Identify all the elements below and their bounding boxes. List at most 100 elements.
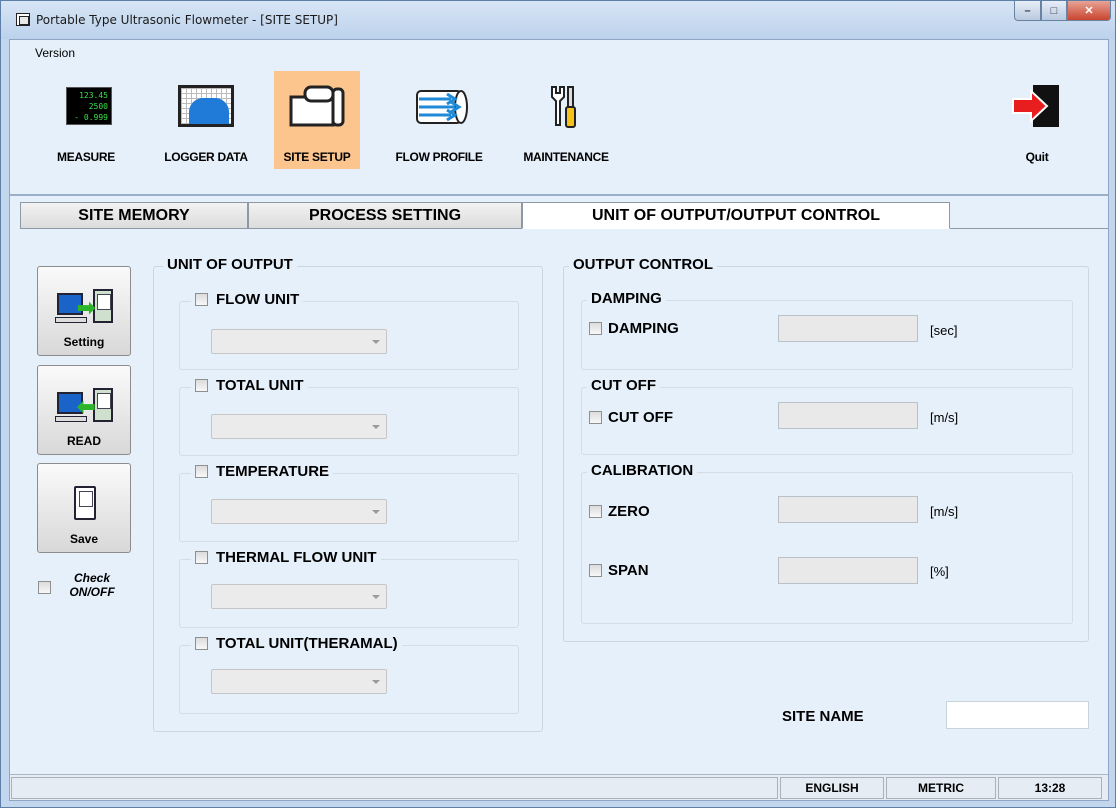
measure-display-icon: 123.45 2500 - 0.999 [58,83,114,129]
read-from-device-icon: ⬅ [55,388,113,426]
total-unit-thermal-header: TOTAL UNIT(THERAMAL) [191,635,402,652]
status-message-panel [11,777,778,799]
tab-site-memory[interactable]: SITE MEMORY [20,202,248,229]
unit-of-output-title: UNIT OF OUTPUT [163,256,297,273]
temperature-header: TEMPERATURE [191,463,334,480]
tools-icon [538,83,594,129]
client-area: Version 123.45 2500 - 0.999 MEASURE LOGG… [9,39,1109,801]
status-bar: ENGLISH METRIC 13:28 [10,774,1108,800]
measure-label: MEASURE [57,150,115,164]
flow-profile-button[interactable]: FLOW PROFILE [392,71,486,169]
calibration-group-title: CALIBRATION [587,462,698,479]
maintenance-button[interactable]: MAINTENANCE [516,71,616,169]
tab-strip-line [950,228,1108,229]
output-control-title: OUTPUT CONTROL [569,256,717,273]
temperature-checkbox[interactable] [195,465,208,478]
measure-display-line-1: 123.45 [79,91,108,100]
toolbar-divider [10,194,1108,196]
zero-label: ZERO [608,503,650,520]
quit-button[interactable]: Quit [1000,71,1074,169]
exit-door-icon [1009,83,1065,129]
total-unit-thermal-label: TOTAL UNIT(THERAMAL) [216,635,398,652]
measure-display-line-3: - 0.999 [74,113,108,122]
damping-unit: [sec] [930,323,958,338]
menu-version[interactable]: Version [35,46,75,60]
setting-label: Setting [63,335,105,349]
chevron-down-icon [372,680,380,684]
total-unit-thermal-select[interactable] [211,669,387,694]
quit-label: Quit [1025,150,1049,164]
zero-unit: [m/s] [930,504,959,519]
setting-button[interactable]: ➡ Setting [37,266,131,356]
site-setup-button[interactable]: SITE SETUP [274,71,360,169]
zero-input[interactable] [778,496,918,523]
cutoff-label: CUT OFF [608,409,673,426]
cutoff-input[interactable] [778,402,918,429]
site-setup-label: SITE SETUP [283,150,351,164]
measure-button[interactable]: 123.45 2500 - 0.999 MEASURE [46,71,126,169]
check-onoff-label: Check ON/OFF [69,571,115,599]
total-unit-checkbox[interactable] [195,379,208,392]
zero-row: ZERO [589,503,650,520]
read-label: READ [66,434,101,448]
tab-process-setting[interactable]: PROCESS SETTING [248,202,522,229]
maintenance-label: MAINTENANCE [523,150,609,164]
site-name-input[interactable] [946,701,1089,729]
flow-unit-checkbox[interactable] [195,293,208,306]
damping-group-title: DAMPING [587,290,666,307]
span-checkbox[interactable] [589,564,602,577]
span-input[interactable] [778,557,918,584]
damping-input[interactable] [778,315,918,342]
status-time: 13:28 [998,777,1102,799]
temperature-select[interactable] [211,499,387,524]
damping-label: DAMPING [608,320,679,337]
maximize-button[interactable]: □ [1041,1,1067,21]
site-name-label: SITE NAME [782,708,864,725]
status-language: ENGLISH [780,777,884,799]
app-icon [16,13,30,26]
measure-display-line-2: 2500 [88,102,108,111]
flow-unit-select[interactable] [211,329,387,354]
chevron-down-icon [372,425,380,429]
save-button[interactable]: Save [37,463,131,553]
damping-checkbox[interactable] [589,322,602,335]
zero-checkbox[interactable] [589,505,602,518]
title-bar: Portable Type Ultrasonic Flowmeter - [SI… [1,1,1115,39]
cutoff-unit: [m/s] [930,410,959,425]
thermal-flow-unit-select[interactable] [211,584,387,609]
save-label: Save [69,532,99,546]
span-label: SPAN [608,562,649,579]
damping-row: DAMPING [589,320,679,337]
check-onoff-checkbox[interactable] [38,581,51,594]
logger-data-label: LOGGER DATA [164,150,248,164]
cutoff-group-title: CUT OFF [587,377,660,394]
thermal-flow-unit-checkbox[interactable] [195,551,208,564]
status-units: METRIC [886,777,996,799]
tab-unit-of-output[interactable]: UNIT OF OUTPUT/OUTPUT CONTROL [522,202,950,229]
flow-profile-icon [411,83,468,129]
flow-unit-label: FLOW UNIT [216,291,300,308]
flow-unit-header: FLOW UNIT [191,291,304,308]
chevron-down-icon [372,340,380,344]
minimize-button[interactable]: – [1014,1,1041,21]
calibration-group [581,472,1073,624]
logger-data-button[interactable]: LOGGER DATA [156,71,256,169]
cutoff-checkbox[interactable] [589,411,602,424]
window-title: Portable Type Ultrasonic Flowmeter - [SI… [36,13,338,27]
total-unit-label: TOTAL UNIT [216,377,304,394]
pipe-icon [289,83,345,129]
span-unit: [%] [930,564,949,579]
logger-chart-icon [178,83,234,129]
span-row: SPAN [589,562,649,579]
read-button[interactable]: ⬅ READ [37,365,131,455]
app-window: Portable Type Ultrasonic Flowmeter - [SI… [0,0,1116,808]
close-button[interactable]: ✕ [1067,1,1111,21]
thermal-flow-unit-header: THERMAL FLOW UNIT [191,549,381,566]
chevron-down-icon [372,595,380,599]
thermal-flow-unit-label: THERMAL FLOW UNIT [216,549,377,566]
total-unit-select[interactable] [211,414,387,439]
total-unit-header: TOTAL UNIT [191,377,308,394]
chevron-down-icon [372,510,380,514]
total-unit-thermal-checkbox[interactable] [195,637,208,650]
flow-profile-label: FLOW PROFILE [395,150,483,164]
